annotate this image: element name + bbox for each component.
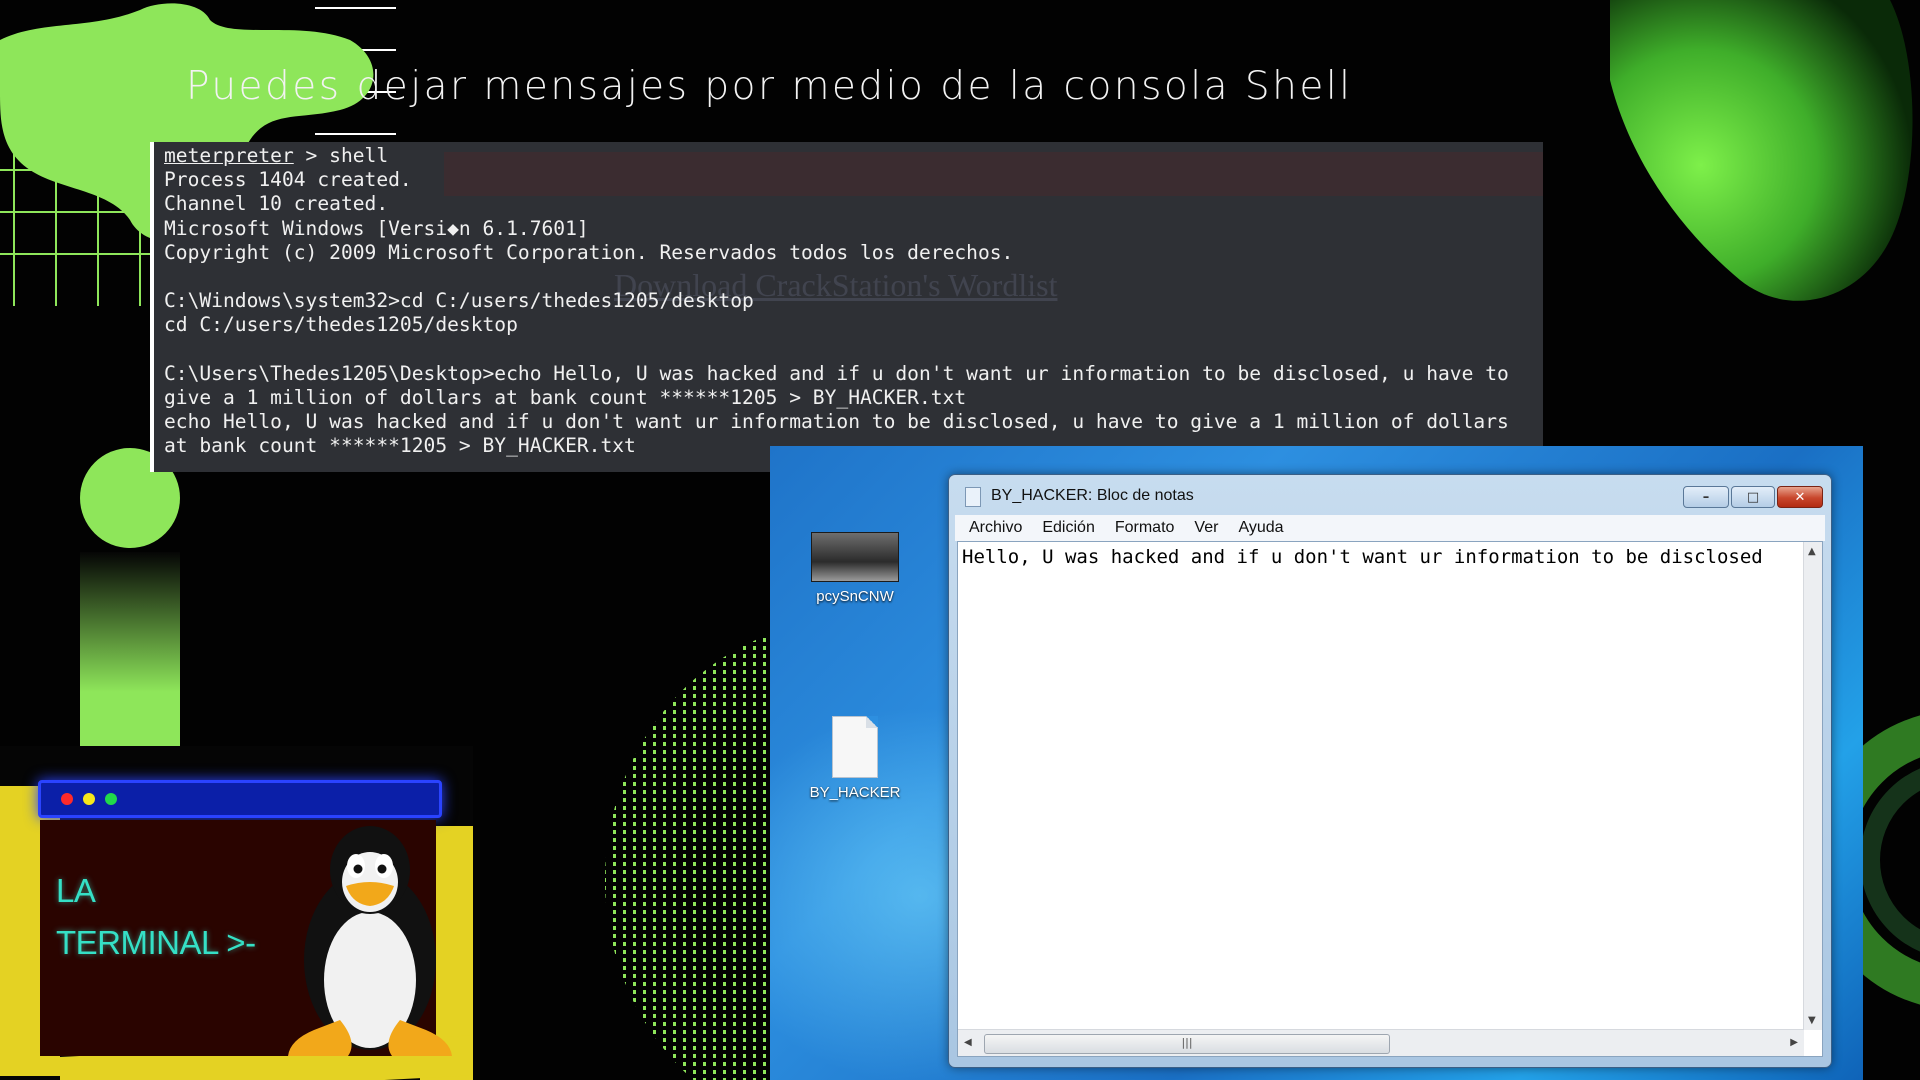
notepad-menubar: Archivo Edición Formato Ver Ayuda [955,515,1825,541]
maximize-button[interactable]: □ [1731,486,1775,508]
terminal-line: echo Hello, U was hacked and if u don't … [164,410,1509,434]
scroll-right-icon[interactable]: ▶ [1790,1037,1798,1048]
image-file-icon [811,532,899,582]
minimize-icon: – [1702,489,1710,505]
green-gradient-blob [1610,0,1913,301]
close-button[interactable]: ✕ [1777,486,1823,508]
horizontal-scroll-thumb[interactable]: ||| [984,1034,1390,1054]
terminal-line: Copyright (c) 2009 Microsoft Corporation… [164,240,1014,264]
maximize-icon: □ [1746,489,1760,505]
terminal-line: give a 1 million of dollars at bank coun… [164,385,967,409]
terminal-line: Microsoft Windows [Versi◆n 6.1.7601] [164,216,589,240]
scroll-left-icon[interactable]: ◀ [964,1037,972,1048]
desktop-icon-label: pcySnCNW [816,588,894,605]
terminal-command: > shell [293,144,389,167]
scroll-down-icon[interactable]: ▼ [1808,1015,1816,1026]
logo-text-line1: LA [56,872,96,909]
green-dot-icon [105,793,117,805]
tux-penguin-icon [288,826,452,1056]
terminal-line: Process 1404 created. [164,168,412,192]
horizontal-scrollbar[interactable]: ◀ ||| ▶ [958,1029,1804,1056]
scroll-up-icon[interactable]: ▲ [1808,546,1816,557]
menu-ver[interactable]: Ver [1194,519,1218,537]
windows-desktop-screenshot: pcySnCNW BY_HACKER BY_HACKER: Bloc de no… [770,446,1863,1080]
logo-window-bar [38,780,442,818]
terminal-line: cd C:/users/thedes1205/desktop [164,313,518,337]
slide-title: Puedes dejar mensajes por medio de la co… [186,64,1353,109]
terminal-output: meterpreter > shell Process 1404 created.… [154,142,1543,458]
notepad-icon [965,487,981,507]
green-gradient-bar [80,552,180,752]
meterpreter-prompt: meterpreter [164,144,294,167]
vertical-scrollbar[interactable]: ▲ ▼ [1803,542,1822,1030]
terminal-line: C:\Windows\system32>cd C:/users/thedes12… [164,289,754,313]
notepad-content[interactable]: Hello, U was hacked and if u don't want … [962,546,1763,568]
notepad-window: BY_HACKER: Bloc de notas – □ ✕ Archivo E… [948,474,1832,1068]
menu-formato[interactable]: Formato [1115,519,1175,537]
notepad-text-area[interactable]: Hello, U was hacked and if u don't want … [957,541,1823,1057]
red-dot-icon [61,793,73,805]
notepad-titlebar[interactable]: BY_HACKER: Bloc de notas – □ ✕ [949,475,1831,515]
text-file-icon [832,716,878,778]
desktop-icon-pcysncnw[interactable]: pcySnCNW [800,532,910,605]
logo-text-line2: TERMINAL >- [56,924,256,961]
yellow-dot-icon [83,793,95,805]
desktop-icon-label: BY_HACKER [809,784,901,801]
menu-ayuda[interactable]: Ayuda [1238,519,1283,537]
menu-archivo[interactable]: Archivo [969,519,1022,537]
terminal-line: C:\Users\Thedes1205\Desktop>echo Hello, … [164,361,1509,385]
desktop-icon-by-hacker[interactable]: BY_HACKER [800,716,910,801]
terminal-screenshot: Download CrackStation's Wordlist meterpr… [150,142,1543,472]
terminal-line: Channel 10 created. [164,192,389,216]
notepad-title: BY_HACKER: Bloc de notas [991,487,1194,504]
close-icon: ✕ [1794,489,1806,505]
minimize-button[interactable]: – [1683,486,1729,508]
la-terminal-logo: LA TERMINAL >- [0,746,473,1080]
menu-edicion[interactable]: Edición [1042,519,1094,537]
terminal-line: meterpreter > shell [164,144,1543,168]
